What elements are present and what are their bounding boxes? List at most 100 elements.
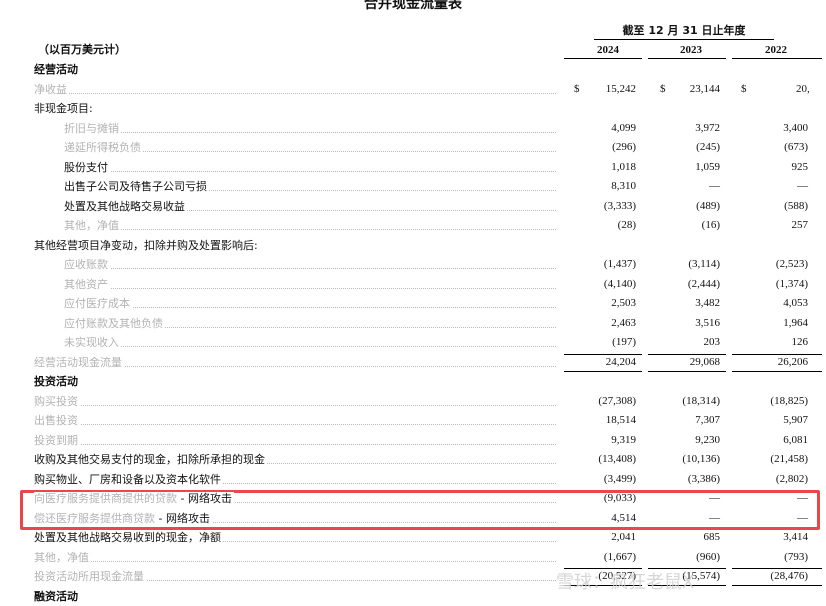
row-label: 经营活动 — [34, 60, 556, 80]
table-row: 净收益$$$15,24223,14420, — [0, 80, 826, 100]
row-label: 处置及其他战略交易收益 — [64, 197, 556, 217]
cell-2022: 925 — [744, 158, 808, 178]
row-label-plain-part: - 网络攻击 — [155, 512, 210, 525]
cell-2024: (28) — [580, 216, 636, 236]
row-label: 应收账款 — [64, 255, 556, 275]
table-row: 出售投资18,5147,3075,907 — [0, 411, 826, 431]
cell-2023: — — [662, 509, 720, 529]
cell-2022: 3,414 — [744, 528, 808, 548]
row-label: 净收益 — [34, 80, 556, 100]
cell-2023: (489) — [662, 197, 720, 217]
table-row: 购买物业、厂房和设备以及资本化软件(3,499)(3,386)(2,802) — [0, 470, 826, 490]
table-row: 处置及其他战略交易收到的现金，净额2,0416853,414 — [0, 528, 826, 548]
watermark: 雪球：疯狂老鼠X — [556, 568, 694, 594]
period-underline — [594, 39, 774, 40]
period-header: 截至 12 月 31 日止年度 — [594, 24, 774, 38]
cell-2024: (4,140) — [580, 275, 636, 295]
table-row: 折旧与摊销4,0993,9723,400 — [0, 119, 826, 139]
cell-2024: (9,033) — [580, 489, 636, 509]
cell-2022: (673) — [744, 138, 808, 158]
cell-2022: 126 — [744, 333, 808, 353]
cell-2024: 15,242 — [580, 80, 636, 100]
cell-2022: — — [744, 509, 808, 529]
cell-2023: 3,482 — [662, 294, 720, 314]
row-label: 出售投资 — [34, 411, 556, 431]
row-label: 股份支付 — [64, 158, 556, 178]
table-row: 收购及其他交易支付的现金，扣除所承担的现金(13,408)(10,136)(21… — [0, 450, 826, 470]
cell-2023: 203 — [662, 333, 720, 353]
table-row: 处置及其他战略交易收益(3,333)(489)(588) — [0, 197, 826, 217]
row-label: 处置及其他战略交易收到的现金，净额 — [34, 528, 556, 548]
table-row: 融资活动 — [0, 587, 826, 606]
cell-2023: — — [662, 177, 720, 197]
cell-2024: 2,503 — [580, 294, 636, 314]
leader-dots — [34, 561, 556, 562]
cell-2023: (245) — [662, 138, 720, 158]
table-row: 递延所得税负债 (296) (245) (673) — [0, 138, 826, 158]
table-row: 投资活动所用现金流量(20,527)(15,574)(28,476) — [0, 567, 826, 587]
row-label-plain-part: - 网络攻击 — [177, 492, 232, 505]
table-row: 股份支付1,0181,059925 — [0, 158, 826, 178]
row-label: 投资活动 — [34, 372, 556, 392]
cell-2022: (588) — [744, 197, 808, 217]
leader-dots — [64, 268, 556, 269]
cell-2022: 6,081 — [744, 431, 808, 451]
cell-2024: 4,514 — [580, 509, 636, 529]
row-label: 向医疗服务提供商提供的贷款 - 网络攻击 — [34, 489, 556, 509]
cell-2022: — — [744, 177, 808, 197]
cell-2024: 2,041 — [580, 528, 636, 548]
row-label: 递延所得税负债 — [64, 138, 556, 158]
year-header-2024: 2024 — [580, 43, 636, 57]
cell-2022: (1,374) — [744, 275, 808, 295]
cell-2023: 3,516 — [662, 314, 720, 334]
row-label: 融资活动 — [34, 587, 556, 606]
table-row: 应收账款(1,437)(3,114)(2,523) — [0, 255, 826, 275]
table-row: 投资活动 — [0, 372, 826, 392]
table-row: 其他，净值(28)(16)257 — [0, 216, 826, 236]
cell-2022: (28,476) — [744, 567, 808, 587]
table-row: 应付医疗成本2,5033,4824,053 — [0, 294, 826, 314]
row-label: 购买物业、厂房和设备以及资本化软件 — [34, 470, 556, 490]
cell-2024: 18,514 — [580, 411, 636, 431]
cell-2022: (2,802) — [744, 470, 808, 490]
table-row: 购买投资(27,308)(18,314)(18,825) — [0, 392, 826, 412]
cash-flow-table: 经营活动净收益$$$15,24223,14420,非现金项目:折旧与摊销4,09… — [0, 60, 826, 606]
table-row: 其他经营项目净变动，扣除并购及处置影响后: — [0, 236, 826, 256]
currency-symbol: $ — [741, 80, 747, 100]
cell-2024: 24,204 — [580, 353, 636, 373]
cell-2023: 23,144 — [662, 80, 720, 100]
cell-2022: 20, — [796, 80, 826, 100]
table-row: 应付账款及其他负债2,4633,5161,964 — [0, 314, 826, 334]
table-row: 经营活动 — [0, 60, 826, 80]
row-label: 购买投资 — [34, 392, 556, 412]
row-label: 其他，净值 — [34, 548, 556, 568]
year-underline-2023 — [648, 58, 726, 59]
row-label: 投资到期 — [34, 431, 556, 451]
cell-2024: (13,408) — [580, 450, 636, 470]
cell-2024: (1,667) — [580, 548, 636, 568]
cell-2024: (296) — [580, 138, 636, 158]
table-row: 偿还医疗服务提供商贷款 - 网络攻击 4,514 — — — [0, 509, 826, 529]
row-label: 投资活动所用现金流量 — [34, 567, 556, 587]
cell-2023: 3,972 — [662, 119, 720, 139]
table-row: 其他资产(4,140)(2,444)(1,374) — [0, 275, 826, 295]
row-label: 经营活动现金流量 — [34, 353, 556, 373]
row-label-muted-part: 偿还医疗服务提供商贷款 — [34, 512, 155, 525]
row-label: 其他经营项目净变动，扣除并购及处置影响后: — [34, 236, 556, 256]
cell-2024: (27,308) — [580, 392, 636, 412]
cell-2023: (10,136) — [662, 450, 720, 470]
cell-2023: (2,444) — [662, 275, 720, 295]
cell-2022: — — [744, 489, 808, 509]
total-rule — [564, 354, 642, 355]
table-row: 出售子公司及待售子公司亏损8,310—— — [0, 177, 826, 197]
row-label: 折旧与摊销 — [64, 119, 556, 139]
row-label: 其他，净值 — [64, 216, 556, 236]
leader-dots — [64, 171, 556, 172]
row-label: 出售子公司及待售子公司亏损 — [64, 177, 556, 197]
cell-2023: (3,114) — [662, 255, 720, 275]
cell-2023: 9,230 — [662, 431, 720, 451]
cell-2023: 29,068 — [662, 353, 720, 373]
cell-2023: (16) — [662, 216, 720, 236]
cell-2024: 4,099 — [580, 119, 636, 139]
leader-dots — [34, 405, 556, 406]
